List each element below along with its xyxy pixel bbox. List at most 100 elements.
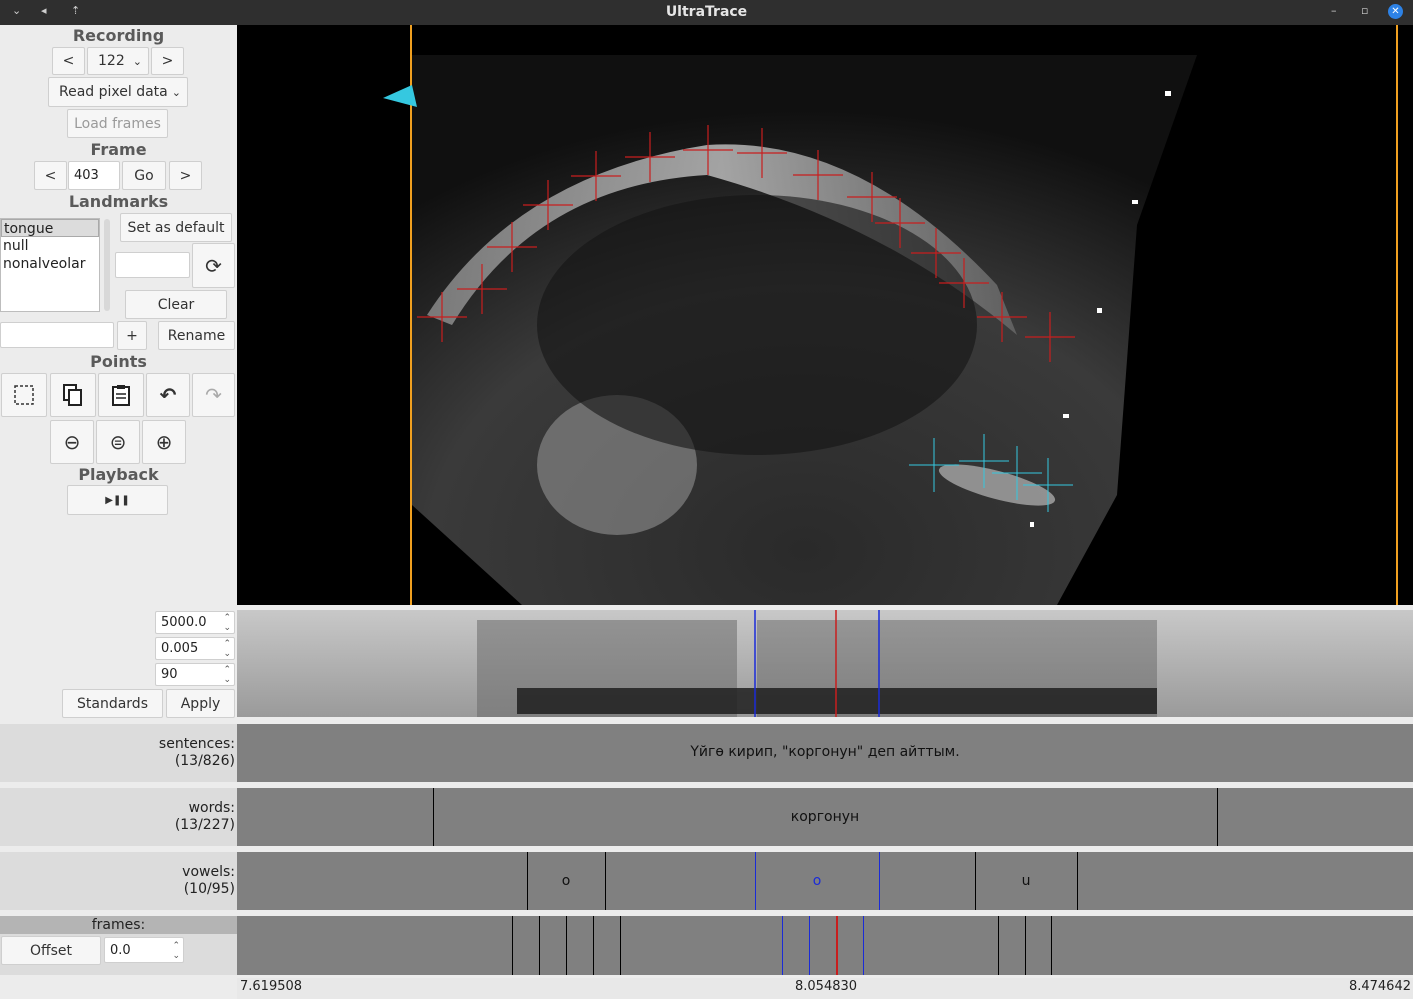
time-end: 8.474642 — [1348, 979, 1411, 994]
frame-marker-selected[interactable] — [863, 916, 864, 975]
landmark-item[interactable]: null — [1, 237, 99, 255]
frames-tier[interactable] — [237, 916, 1413, 975]
time-axis: 7.619508 8.054830 8.474642 — [237, 978, 1413, 999]
add-landmark-button[interactable]: + — [117, 321, 147, 350]
recording-header: Recording — [72, 26, 165, 45]
zoom-out-icon[interactable]: ⊖ — [50, 420, 94, 464]
vowels-count: (10/95) — [183, 881, 235, 897]
freq-value: 5000.0 — [161, 615, 207, 630]
sentence-text[interactable]: Үйгө кирип, "коргонун" деп айттым. — [237, 744, 1413, 760]
spectrogram[interactable] — [237, 610, 1413, 717]
landmarks-header: Landmarks — [68, 192, 169, 211]
title-bar: ⌄ ◂ ⇡ UltraTrace – ▫ ✕ — [0, 0, 1413, 25]
freq-spinbox[interactable]: 5000.0 ⌃ ⌄ — [155, 611, 235, 634]
frame-go-button[interactable]: Go — [122, 161, 166, 190]
words-label: words: — [188, 800, 235, 816]
copy-icon[interactable] — [50, 373, 96, 417]
landmark-item[interactable]: nonalveolar — [1, 255, 99, 273]
landmarks-scrollbar[interactable] — [104, 219, 110, 311]
select-icon[interactable] — [1, 373, 47, 417]
maximize-icon[interactable]: ▫ — [1361, 4, 1368, 17]
vowel-text[interactable]: o — [527, 873, 605, 889]
frame-prev-button[interactable]: < — [34, 161, 67, 190]
ultrasound-canvas[interactable] — [237, 25, 1413, 605]
sentences-tier[interactable]: Үйгө кирип, "коргонун" деп айттым. — [237, 724, 1413, 782]
recording-select[interactable]: 122 ⌄ — [87, 47, 149, 75]
spin-arrows-icon[interactable]: ⌃ ⌄ — [223, 665, 231, 685]
read-mode-select[interactable]: Read pixel data ⌄ — [48, 77, 188, 107]
window-spinbox[interactable]: 0.005 ⌃ ⌄ — [155, 637, 235, 660]
frames-label: frames: — [0, 916, 237, 934]
spin-arrows-icon[interactable]: ⌃ ⌄ — [223, 613, 231, 633]
read-mode-value: Read pixel data — [59, 84, 168, 100]
apply-button[interactable]: Apply — [166, 689, 235, 718]
spin-arrows-icon[interactable]: ⌃ ⌄ — [172, 941, 180, 961]
dynamic-range-value: 90 — [161, 667, 178, 682]
word-text[interactable]: коргонун — [433, 809, 1217, 825]
chevron-down-icon: ⌄ — [132, 54, 142, 68]
words-count: (13/227) — [174, 817, 235, 833]
offset-spinbox[interactable]: 0.0 ⌃ ⌄ — [104, 937, 184, 963]
frame-marker-selected[interactable] — [809, 916, 810, 975]
spin-arrows-icon[interactable]: ⌃ ⌄ — [223, 639, 231, 659]
vowels-tier-label: vowels: (10/95) — [0, 852, 237, 910]
redo-icon[interactable]: ↷ — [192, 373, 235, 417]
vowel-boundary[interactable] — [605, 852, 606, 910]
sentences-count: (13/826) — [174, 753, 235, 769]
offset-button[interactable]: Offset — [1, 936, 101, 965]
refresh-icon[interactable]: ⟳ — [192, 243, 235, 288]
play-pause-icon[interactable]: ▶❚❚ — [67, 485, 168, 515]
sentences-label: sentences: — [158, 736, 235, 752]
paste-icon[interactable] — [98, 373, 144, 417]
minimize-icon[interactable]: – — [1331, 4, 1337, 17]
frame-marker[interactable] — [998, 916, 999, 975]
vowels-label: vowels: — [182, 864, 235, 880]
recording-value: 122 — [98, 53, 125, 69]
set-default-button[interactable]: Set as default — [120, 213, 232, 242]
frame-marker[interactable] — [1051, 916, 1052, 975]
landmark-item[interactable]: tongue — [1, 219, 99, 237]
time-current: 8.054830 — [795, 979, 858, 994]
landmark-name-input[interactable] — [115, 252, 190, 278]
vowels-tier[interactable]: o o u — [237, 852, 1413, 910]
frame-input[interactable]: 403 — [68, 161, 120, 190]
word-boundary[interactable] — [1217, 788, 1218, 846]
frame-marker[interactable] — [539, 916, 540, 975]
load-frames-button[interactable]: Load frames — [67, 109, 168, 138]
playback-header: Playback — [78, 465, 159, 484]
window-title: UltraTrace — [665, 4, 748, 20]
vowel-text-selected[interactable]: o — [755, 873, 879, 889]
frame-header: Frame — [90, 140, 147, 159]
vowel-boundary[interactable] — [1077, 852, 1078, 910]
frame-next-button[interactable]: > — [169, 161, 202, 190]
current-frame-marker[interactable] — [836, 916, 838, 975]
frame-marker[interactable] — [512, 916, 513, 975]
frame-marker[interactable] — [620, 916, 621, 975]
zoom-reset-icon[interactable]: ⊜ — [96, 420, 140, 464]
time-start: 7.619508 — [240, 979, 303, 994]
frame-marker-selected[interactable] — [782, 916, 783, 975]
frames-tier-controls: frames: Offset 0.0 ⌃ ⌄ — [0, 916, 237, 975]
control-sidebar: Recording < 122 ⌄ > Read pixel data ⌄ Lo… — [0, 25, 237, 606]
close-icon[interactable]: ✕ — [1388, 4, 1403, 19]
frame-marker[interactable] — [1025, 916, 1026, 975]
words-tier[interactable]: коргонун — [237, 788, 1413, 846]
words-tier-label: words: (13/227) — [0, 788, 237, 846]
recording-next-button[interactable]: > — [151, 47, 184, 75]
frame-marker[interactable] — [593, 916, 594, 975]
undo-icon[interactable]: ↶ — [146, 373, 190, 417]
zoom-in-icon[interactable]: ⊕ — [142, 420, 186, 464]
recording-prev-button[interactable]: < — [52, 47, 85, 75]
vowel-text[interactable]: u — [975, 873, 1077, 889]
dynamic-range-spinbox[interactable]: 90 ⌃ ⌄ — [155, 663, 235, 686]
vowel-boundary-selected[interactable] — [879, 852, 880, 910]
rename-button[interactable]: Rename — [158, 321, 235, 350]
frame-marker[interactable] — [566, 916, 567, 975]
new-landmark-input[interactable] — [0, 322, 114, 348]
chevron-down-icon: ⌄ — [171, 85, 181, 99]
landmarks-list[interactable]: tongue null nonalveolar — [0, 218, 100, 312]
clear-button[interactable]: Clear — [125, 290, 227, 319]
standards-button[interactable]: Standards — [62, 689, 163, 718]
ultrasound-image — [383, 25, 1398, 605]
window-value: 0.005 — [161, 641, 199, 656]
